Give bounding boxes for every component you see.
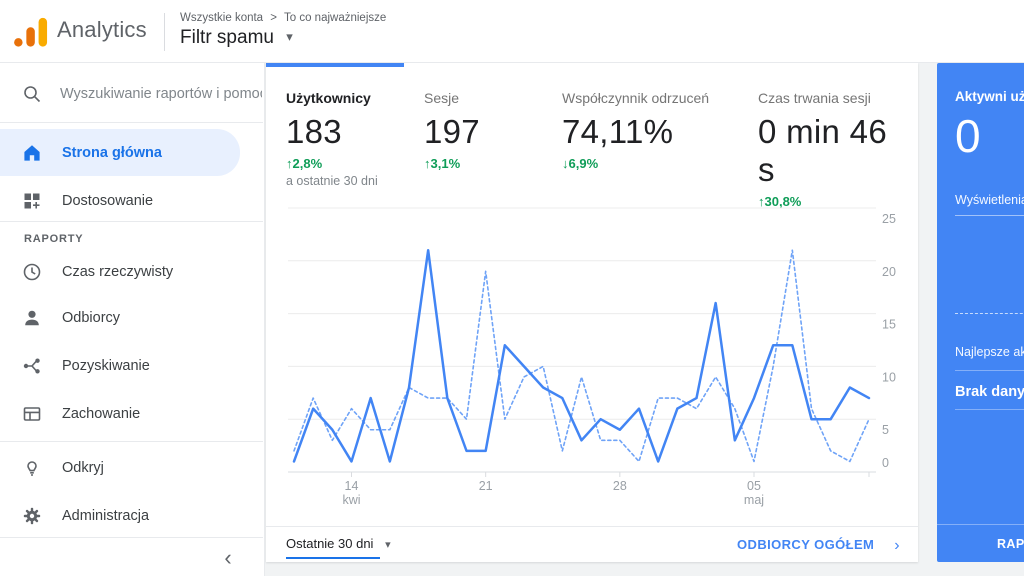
no-data-label: Brak danych (955, 384, 1024, 400)
sidebar-divider (0, 221, 263, 222)
header-divider (164, 13, 165, 51)
sidebar-divider (0, 537, 263, 538)
person-icon (25, 310, 39, 326)
svg-text:05: 05 (747, 479, 761, 493)
sidebar-item-strona-glowna[interactable]: Strona główna (0, 129, 240, 176)
sidebar-item-label: Czas rzeczywisty (62, 264, 174, 280)
chevron-down-icon: ▾ (385, 539, 391, 551)
sidebar-item-label: Strona główna (62, 144, 162, 161)
metric-tab-czas-trwania-sesji[interactable]: Czas trwania sesji 0 min 46 s ↑30,8% (758, 63, 908, 209)
sidebar-item-label: Pozyskiwanie (62, 358, 150, 374)
empty-bar-chart-baseline (955, 313, 1024, 314)
overview-card: Użytkownicy 183 ↑2,8% a ostatnie 30 dni … (266, 63, 918, 562)
sidebar-item-label: Dostosowanie (62, 192, 154, 209)
svg-text:5: 5 (882, 423, 889, 437)
metric-label: Sesje (424, 90, 460, 106)
clock-icon (23, 263, 41, 281)
sidebar-item-odbiorcy[interactable]: Odbiorcy (0, 295, 240, 341)
sidebar-divider (0, 441, 263, 442)
realtime-card: Aktywni użytkownicy w tej chwili 0 Wyświ… (937, 63, 1024, 562)
search-placeholder: Wyszukiwanie raportów i pomocy (60, 86, 262, 102)
metric-note: a ostatnie 30 dni (286, 174, 378, 188)
sidebar-item-label: Odbiorcy (62, 310, 121, 326)
google-analytics-logo-icon[interactable] (13, 16, 51, 48)
property-selector[interactable]: Filtr spamu ▾ (180, 27, 293, 49)
customization-icon (24, 193, 40, 208)
app-name: Analytics (57, 17, 147, 42)
sidebar-item-administracja[interactable]: Administracja (0, 493, 240, 539)
breadcrumb-separator-icon: > (270, 12, 277, 24)
metric-delta: ↓6,9% (562, 156, 599, 171)
breadcrumb-view[interactable]: To co najważniejsze (284, 12, 386, 24)
sidebar-item-pozyskiwanie[interactable]: Pozyskiwanie (0, 343, 240, 389)
property-name[interactable]: Filtr spamu (180, 27, 274, 48)
svg-text:10: 10 (882, 370, 896, 384)
sidebar-item-dostosowanie[interactable]: Dostosowanie (0, 177, 240, 224)
svg-text:14: 14 (345, 479, 359, 493)
top-app-bar: Analytics Wszystkie konta > To co najważ… (0, 0, 1024, 63)
date-range-selector[interactable]: Ostatnie 30 dni ▾ (286, 536, 391, 551)
metric-delta: ↑3,1% (424, 156, 461, 171)
metric-value: 183 (286, 113, 342, 150)
top-active-pages-label: Najlepsze aktywne strony (955, 345, 1024, 359)
chevron-right-icon: › (894, 537, 900, 554)
svg-text:25: 25 (882, 212, 896, 226)
svg-text:20: 20 (882, 265, 896, 279)
metric-value: 0 min 46 s (758, 113, 887, 188)
sidebar-item-odkryj[interactable]: Odkryj (0, 445, 240, 491)
realtime-divider (955, 409, 1024, 410)
svg-text:15: 15 (882, 318, 896, 332)
search-icon (24, 86, 41, 103)
metric-label: Współczynnik odrzuceń (562, 90, 710, 106)
sidebar-item-zachowanie[interactable]: Zachowanie (0, 391, 240, 437)
home-icon (24, 144, 40, 161)
metric-tab-uzytkownicy[interactable]: Użytkownicy 183 ↑2,8% a ostatnie 30 dni (286, 63, 416, 188)
gear-icon (23, 507, 41, 525)
behavior-icon (23, 407, 41, 421)
sidebar-item-label: Administracja (62, 508, 150, 524)
sidebar-item-label: Odkryj (62, 460, 104, 476)
pageviews-per-minute-label: Wyświetlenia strony na minutę (955, 193, 1024, 216)
realtime-title: Aktywni użytkownicy w tej chwili (955, 89, 1024, 104)
metric-label: Użytkownicy (286, 90, 371, 106)
odbiorcy-ogolem-link[interactable]: ODBIORCY OGÓŁEM › (737, 537, 900, 555)
search-input[interactable]: Wyszukiwanie raportów i pomocy (0, 63, 264, 122)
realtime-report-link[interactable]: RAPORTY CZASU RZECZYWISTEGO (937, 524, 1024, 562)
svg-text:28: 28 (613, 479, 627, 493)
sidebar-item-czas-rzeczywisty[interactable]: Czas rzeczywisty (0, 249, 240, 295)
metric-tab-sesje[interactable]: Sesje 197 ↑3,1% (424, 63, 544, 183)
analytics-app: Analytics Wszystkie konta > To co najważ… (0, 0, 1024, 576)
breadcrumb-account[interactable]: Wszystkie konta (180, 12, 263, 24)
breadcrumb[interactable]: Wszystkie konta > To co najważniejsze (180, 12, 386, 24)
chevron-down-icon: ▾ (286, 29, 293, 44)
metric-delta: ↑2,8% (286, 156, 323, 171)
sidebar-divider (0, 122, 263, 123)
users-line-chart: 051015202514kwi21 28 05maj (288, 207, 896, 507)
lightbulb-icon (27, 461, 37, 476)
sidebar-item-label: Zachowanie (62, 406, 141, 422)
sidebar-section-raporty: RAPORTY (24, 233, 84, 245)
svg-text:maj: maj (744, 493, 764, 507)
sidebar-nav: Wyszukiwanie raportów i pomocy Strona gł… (0, 63, 265, 576)
svg-text:0: 0 (882, 456, 889, 470)
range-underline (286, 557, 380, 559)
realtime-active-users-value: 0 (955, 110, 981, 162)
metric-label: Czas trwania sesji (758, 90, 871, 106)
svg-text:kwi: kwi (342, 493, 360, 507)
svg-text:21: 21 (479, 479, 493, 493)
metric-value: 74,11% (562, 113, 674, 150)
card-footer: Ostatnie 30 dni ▾ ODBIORCY OGÓŁEM › (266, 526, 918, 562)
metric-value: 197 (424, 113, 480, 150)
acquisition-icon (23, 358, 40, 374)
collapse-sidebar-icon[interactable]: ‹ (214, 545, 242, 573)
metric-tab-wspolczynnik-odrzucen[interactable]: Współczynnik odrzuceń 74,11% ↓6,9% (562, 63, 742, 183)
realtime-divider (955, 370, 1024, 371)
